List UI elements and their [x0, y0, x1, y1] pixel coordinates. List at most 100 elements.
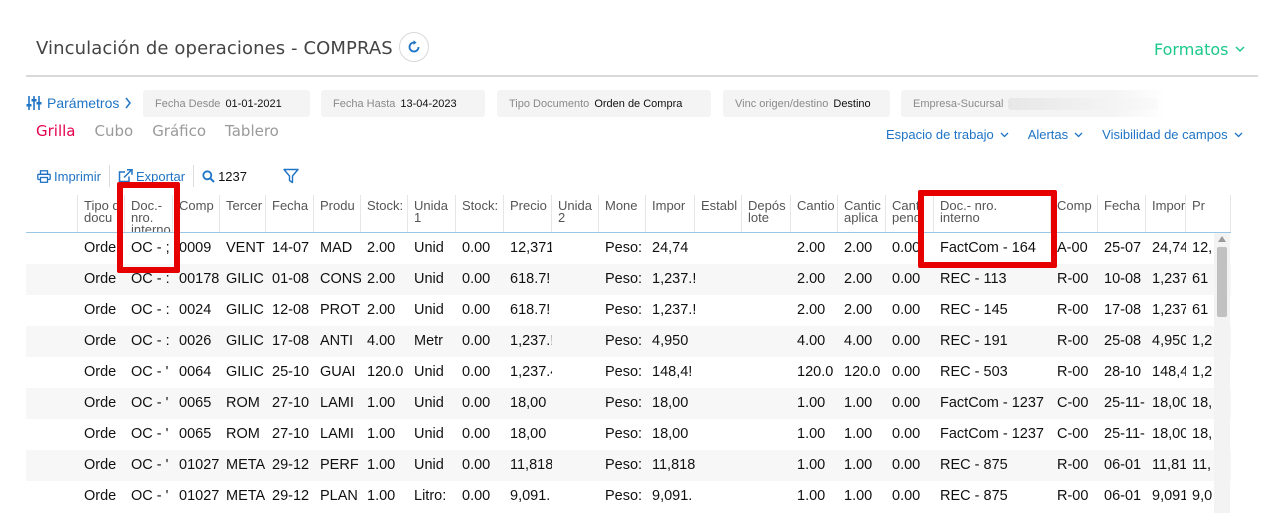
table-cell	[26, 326, 78, 357]
column-header[interactable]: Fecha	[1098, 195, 1146, 232]
scroll-thumb[interactable]	[1217, 247, 1227, 317]
tab-grilla[interactable]: Grilla	[36, 122, 76, 140]
filter-label: Fecha Hasta	[333, 97, 396, 110]
table-row[interactable]: Orde OC - : 0026 GILIC 17-08 ANTI 4.00 Metr 0.00…	[26, 326, 1231, 357]
app-page: Vinculación de operaciones - COMPRAS For…	[0, 0, 1273, 513]
table-cell	[552, 326, 599, 357]
column-header[interactable]: Depós lote	[742, 195, 791, 232]
filter-fecha-hasta[interactable]: Fecha Hasta 13-04-2023	[321, 90, 485, 117]
table-cell: Peso:	[605, 488, 643, 504]
table-row[interactable]: Orde OC - ' 01027 META 29-12 PLAN 1.00 Litro: 0.…	[26, 481, 1231, 512]
table-row[interactable]: Orde OC - ' 0065 ROM 27-10 LAMI 1.00 Unid 0.00 18…	[26, 419, 1231, 450]
column-header[interactable]: Doc.- nro. interno	[125, 195, 173, 232]
export-button[interactable]: Exportar	[118, 169, 185, 184]
chevron-down-icon	[1234, 132, 1243, 137]
filter-empresa-sucursal[interactable]: Empresa-Sucursal	[901, 90, 1166, 117]
column-header[interactable]: Pr	[1186, 195, 1231, 232]
table-cell: Litro:	[414, 488, 447, 504]
column-header[interactable]: Establ	[695, 195, 742, 232]
table-cell	[26, 357, 78, 388]
column-header[interactable]: Impor	[646, 195, 695, 232]
table-cell: 18,00	[652, 395, 689, 411]
filter-button[interactable]	[283, 168, 299, 184]
filter-tipo-documento[interactable]: Tipo Documento Orden de Compra	[497, 90, 711, 117]
column-header[interactable]: Precio	[504, 195, 552, 232]
table-row[interactable]: Orde OC - ; 0009 VENT 14-07 MAD 2.00 Unid 0.00 12…	[26, 233, 1231, 264]
column-header[interactable]: Stock:	[361, 195, 408, 232]
column-header[interactable]: Unida 2	[552, 195, 599, 232]
table-cell: R-00	[1057, 271, 1089, 287]
table-cell: 0.00	[892, 488, 921, 504]
filter-vinc-origen-destino[interactable]: Vinc origen/destino Destino	[723, 90, 890, 117]
table-cell: OC - '	[131, 426, 169, 442]
table-row[interactable]: Orde OC - : 00178 GILIC 01-08 CONS 2.00 Unid 0.0…	[26, 264, 1231, 295]
column-header[interactable]: Tercer	[220, 195, 266, 232]
column-header[interactable]: Cantic aplica	[838, 195, 886, 232]
table-cell: 1.00	[844, 457, 873, 473]
parameters-toggle[interactable]: Parámetros	[26, 95, 132, 111]
column-header[interactable]: Impor	[1146, 195, 1186, 232]
table-cell: 29-12	[272, 488, 310, 504]
table-cell	[695, 419, 742, 450]
table-cell: OC - :	[131, 333, 170, 349]
workspace-dropdown[interactable]: Espacio de trabajo	[886, 127, 1009, 142]
parameters-label: Parámetros	[47, 95, 120, 111]
table-cell: 12-08	[272, 302, 310, 318]
column-header[interactable]: Canti pend	[886, 195, 934, 232]
column-header[interactable]: Produ	[314, 195, 361, 232]
table-cell: OC - '	[131, 364, 169, 380]
table-cell: 2.00	[367, 240, 396, 256]
column-header[interactable]	[26, 195, 78, 232]
table-cell: 0.00	[462, 457, 491, 473]
table-cell: 25-11-	[1104, 426, 1145, 442]
filter-fecha-desde[interactable]: Fecha Desde 01-01-2021	[143, 90, 310, 117]
scroll-up-icon[interactable]	[1218, 236, 1226, 242]
formats-dropdown[interactable]: Formatos	[1154, 40, 1245, 59]
table-row[interactable]: Orde OC - ' 01027 META 29-12 PERF 1.00 Unid 0.00…	[26, 450, 1231, 481]
table-cell: 1,237.!	[1152, 302, 1186, 318]
table-row[interactable]: Orde OC - ' 0064 GILIC 25-10 GUAI 120.0 Unid 0.0…	[26, 357, 1231, 388]
column-header[interactable]: Unida 1	[408, 195, 456, 232]
table-cell: PLAN	[320, 488, 358, 504]
filter-label: Fecha Desde	[155, 97, 221, 110]
alerts-dropdown[interactable]: Alertas	[1028, 127, 1083, 142]
table-row[interactable]: Orde OC - ' 0065 ROM 27-10 LAMI 1.00 Unid 0.00 18…	[26, 388, 1231, 419]
table-cell: OC - ;	[131, 240, 170, 256]
column-header[interactable]: Mone	[599, 195, 646, 232]
column-header[interactable]: Tipo d docu	[78, 195, 125, 232]
print-button[interactable]: Imprimir	[37, 169, 101, 184]
table-cell: 4.00	[844, 333, 873, 349]
table-cell	[26, 450, 78, 481]
table-cell: 1.00	[367, 395, 396, 411]
table-row[interactable]: Orde OC - : 0024 GILIC 12-08 PROT 2.00 Unid 0.00…	[26, 295, 1231, 326]
refresh-button[interactable]	[399, 32, 429, 62]
column-header[interactable]: Cantio	[791, 195, 838, 232]
table-cell	[742, 450, 791, 481]
table-cell: R-00	[1057, 364, 1089, 380]
table-cell: Peso:	[605, 333, 643, 349]
tab-grafico[interactable]: Gráfico	[152, 122, 206, 140]
column-header[interactable]: Comp	[173, 195, 220, 232]
table-cell	[742, 295, 791, 326]
table-cell: OC - :	[131, 271, 170, 287]
table-cell: FactCom - 1237	[940, 395, 1044, 411]
table-cell: 0.00	[892, 240, 921, 256]
redacted-value	[1008, 97, 1159, 110]
table-cell: MAD	[320, 240, 353, 256]
vertical-scrollbar[interactable]	[1214, 233, 1230, 513]
field-visibility-dropdown[interactable]: Visibilidad de campos	[1102, 127, 1243, 142]
column-header[interactable]: Doc.- nro. interno	[934, 195, 1051, 232]
filter-icon	[283, 168, 299, 184]
sliders-icon	[26, 96, 42, 110]
table-cell: 2.00	[367, 302, 396, 318]
column-header[interactable]: Stock:	[456, 195, 504, 232]
tab-cubo[interactable]: Cubo	[95, 122, 134, 140]
search-field[interactable]: 1237	[202, 169, 247, 184]
tab-tablero[interactable]: Tablero	[225, 122, 279, 140]
table-cell: 0.00	[892, 457, 921, 473]
column-header[interactable]: Comp	[1051, 195, 1098, 232]
search-value: 1237	[218, 168, 247, 184]
table-cell: Peso:	[605, 457, 643, 473]
table-cell: Unid	[414, 302, 444, 318]
column-header[interactable]: Fecha	[266, 195, 314, 232]
